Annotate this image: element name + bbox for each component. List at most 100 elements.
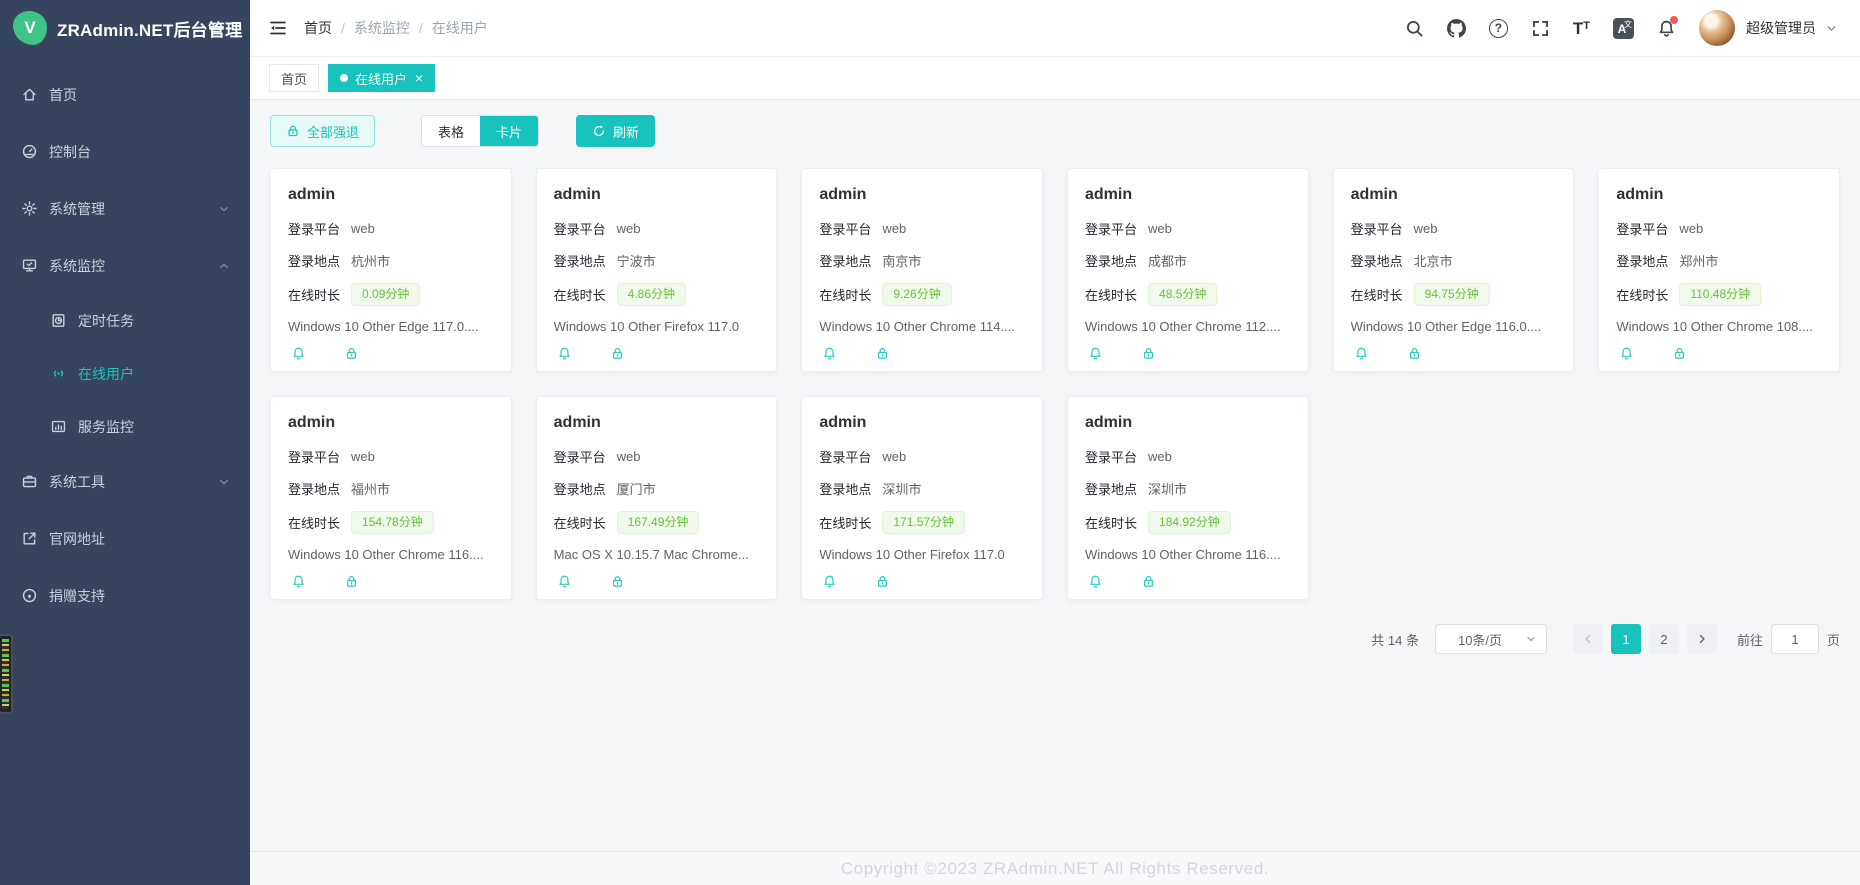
lock-icon[interactable] — [875, 346, 890, 361]
sidebar-item-label: 捐赠支持 — [49, 586, 105, 606]
online-user-card: admin 登录平台 web 登录地点 福州市 在线时长 154.78分钟 Wi… — [270, 396, 512, 600]
online-user-card: admin 登录平台 web 登录地点 厦门市 在线时长 167.49分钟 Ma… — [536, 396, 778, 600]
sidebar-item-5[interactable]: 系统工具 — [0, 453, 250, 510]
duration-label: 在线时长 — [1616, 285, 1668, 304]
lock-icon[interactable] — [344, 574, 359, 589]
user-agent: Mac OS X 10.15.7 Mac Chrome... — [554, 547, 760, 562]
card-actions — [1085, 574, 1291, 589]
duration-badge: 9.26分钟 — [882, 283, 951, 306]
next-page-button[interactable] — [1687, 624, 1717, 654]
bell-icon[interactable] — [557, 574, 572, 589]
bell-icon[interactable] — [291, 574, 306, 589]
bell-icon[interactable] — [1657, 19, 1676, 38]
page-button-1[interactable]: 1 — [1611, 624, 1641, 654]
view-card-button[interactable]: 卡片 — [480, 116, 538, 146]
sidebar-item-3[interactable]: 系统管理 — [0, 180, 250, 237]
duration-badge: 171.57分钟 — [882, 511, 965, 534]
lock-icon[interactable] — [1141, 574, 1156, 589]
bell-icon[interactable] — [1088, 346, 1103, 361]
lock-icon[interactable] — [1672, 346, 1687, 361]
force-logout-all-button[interactable]: 全部强退 — [270, 115, 375, 147]
sidebar-item-4[interactable]: 系统监控 — [0, 237, 250, 294]
lock-icon[interactable] — [1141, 346, 1156, 361]
bell-icon[interactable] — [1354, 346, 1369, 361]
location-value: 南京市 — [882, 251, 921, 270]
page-size-select[interactable]: 10条/页 — [1435, 624, 1547, 654]
platform-label: 登录平台 — [554, 219, 606, 238]
font-size-icon[interactable]: TT — [1573, 20, 1590, 37]
chevron-down-icon[interactable] — [1825, 22, 1838, 35]
location-value: 杭州市 — [351, 251, 390, 270]
edge-overlay-widget[interactable] — [0, 634, 13, 714]
bell-icon[interactable] — [291, 346, 306, 361]
lock-icon[interactable] — [610, 574, 625, 589]
sidebar-item-1[interactable]: 首页 — [0, 66, 250, 123]
lock-icon[interactable] — [1407, 346, 1422, 361]
collapse-sidebar-icon[interactable] — [268, 18, 288, 38]
user-agent: Windows 10 Other Chrome 114.... — [819, 319, 1025, 334]
avatar[interactable] — [1699, 10, 1735, 46]
sidebar-item-7[interactable]: 捐赠支持 — [0, 567, 250, 624]
card-duration-row: 在线时长 4.86分钟 — [554, 283, 760, 306]
goto-suffix: 页 — [1827, 630, 1840, 649]
logo[interactable]: V ZRAdmin.NET后台管理 — [0, 0, 250, 56]
lock-icon[interactable] — [610, 346, 625, 361]
location-label: 登录地点 — [819, 479, 871, 498]
tab-在线用户[interactable]: 在线用户× — [328, 64, 435, 92]
prev-page-button[interactable] — [1573, 624, 1603, 654]
page-button-2[interactable]: 2 — [1649, 624, 1679, 654]
active-tab-dot — [340, 74, 348, 82]
view-table-button[interactable]: 表格 — [422, 116, 480, 146]
toolbox-icon — [20, 473, 38, 491]
translate-icon[interactable]: A文 — [1613, 18, 1634, 39]
breadcrumb-home[interactable]: 首页 — [304, 18, 332, 38]
card-location-row: 登录地点 宁波市 — [554, 251, 760, 270]
help-icon[interactable]: ? — [1489, 19, 1508, 38]
sidebar-subitem-在线用户[interactable]: 在线用户 — [0, 347, 250, 400]
tabs-bar: 首页在线用户× — [250, 56, 1860, 100]
server-icon — [49, 418, 67, 436]
breadcrumb-monitor[interactable]: 系统监控 — [354, 18, 410, 38]
chevron-down-icon — [218, 203, 230, 215]
location-value: 深圳市 — [1148, 479, 1187, 498]
tab-首页[interactable]: 首页 — [269, 64, 319, 92]
platform-value: web — [882, 449, 906, 464]
home-icon — [20, 86, 38, 104]
duration-badge: 154.78分钟 — [351, 511, 434, 534]
card-platform-row: 登录平台 web — [1616, 219, 1822, 238]
lock-icon[interactable] — [344, 346, 359, 361]
close-icon[interactable]: × — [415, 71, 423, 85]
bell-icon[interactable] — [1088, 574, 1103, 589]
online-user-card: admin 登录平台 web 登录地点 杭州市 在线时长 0.09分钟 Wind… — [270, 168, 512, 372]
sidebar-subitem-定时任务[interactable]: 定时任务 — [0, 294, 250, 347]
bell-icon[interactable] — [1619, 346, 1634, 361]
footer: Copyright ©2023 ZRAdmin.NET All Rights R… — [250, 851, 1860, 885]
duration-label: 在线时长 — [554, 285, 606, 304]
card-platform-row: 登录平台 web — [288, 219, 494, 238]
sidebar-subitem-label: 在线用户 — [78, 364, 134, 384]
bell-icon[interactable] — [822, 346, 837, 361]
page-size-value: 10条/页 — [1458, 630, 1502, 649]
card-platform-row: 登录平台 web — [1085, 219, 1291, 238]
lock-icon[interactable] — [875, 574, 890, 589]
card-location-row: 登录地点 深圳市 — [1085, 479, 1291, 498]
fullscreen-icon[interactable] — [1531, 19, 1550, 38]
bell-icon[interactable] — [822, 574, 837, 589]
github-icon[interactable] — [1447, 19, 1466, 38]
platform-value: web — [617, 221, 641, 236]
goto-page: 前往 页 — [1737, 624, 1840, 654]
bell-icon[interactable] — [557, 346, 572, 361]
timer-icon — [49, 312, 67, 330]
force-logout-label: 全部强退 — [307, 122, 359, 141]
card-user-name: admin — [1085, 186, 1291, 204]
sidebar-item-6[interactable]: 官网地址 — [0, 510, 250, 567]
card-duration-row: 在线时长 94.75分钟 — [1351, 283, 1557, 306]
user-name[interactable]: 超级管理员 — [1746, 18, 1816, 38]
goto-page-input[interactable] — [1771, 624, 1819, 654]
sidebar-item-label: 系统监控 — [49, 256, 105, 276]
sidebar-item-label: 官网地址 — [49, 529, 105, 549]
sidebar-item-2[interactable]: 控制台 — [0, 123, 250, 180]
search-icon[interactable] — [1405, 19, 1424, 38]
refresh-button[interactable]: 刷新 — [576, 115, 655, 147]
sidebar-subitem-服务监控[interactable]: 服务监控 — [0, 400, 250, 453]
